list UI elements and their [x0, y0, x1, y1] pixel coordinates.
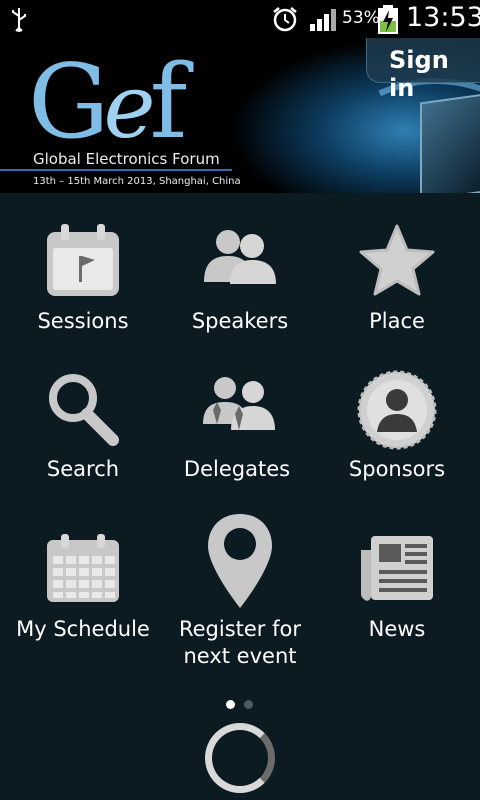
page-indicator [226, 700, 256, 710]
menu-item-label: News [368, 617, 426, 641]
clock: 13:53 [406, 2, 480, 33]
menu-item-sponsors[interactable]: Sponsors [317, 370, 477, 510]
battery-charging-icon [378, 5, 398, 34]
page-dot [244, 700, 253, 709]
menu-item-sessions[interactable]: Sessions [3, 222, 163, 362]
menu-item-delegates[interactable]: Delegates [157, 370, 317, 510]
event-details: 13th – 15th March 2013, Shanghai, China [33, 176, 241, 187]
menu-item-search[interactable]: Search [3, 370, 163, 510]
calendar-grid-icon [47, 534, 119, 602]
alarm-icon [273, 7, 297, 32]
delegates-icon [203, 377, 275, 430]
menu-item-label: Register for next event [178, 617, 301, 668]
loading-spinner [205, 723, 275, 793]
gef-logo: Gef [28, 43, 187, 162]
newspaper-icon [361, 536, 433, 601]
tablet-image [420, 93, 480, 193]
event-banner: Gef Global Electronics Forum 13th – 15th… [0, 38, 480, 193]
page-dot-active [226, 700, 235, 709]
signal-icon [310, 9, 336, 31]
status-bar: 53% 13:53 [0, 0, 480, 38]
menu-item-label: Place [369, 309, 425, 333]
menu-item-news[interactable]: News [317, 530, 477, 670]
menu-item-register[interactable]: Register for next event [160, 512, 320, 672]
calendar-flag-icon [47, 224, 119, 296]
menu-item-label: Delegates [183, 457, 291, 481]
menu-item-label: Sessions [37, 309, 129, 333]
usb-icon [12, 8, 26, 32]
menu-item-place[interactable]: Place [317, 222, 477, 362]
sign-in-label: Sign in [389, 46, 449, 102]
menu-item-my-schedule[interactable]: My Schedule [3, 530, 163, 670]
menu-item-label: Search [46, 457, 120, 481]
menu-item-label: Speakers [191, 309, 289, 333]
forum-title: Global Electronics Forum [33, 150, 220, 168]
people-icon [204, 230, 276, 284]
divider [0, 169, 232, 171]
menu-item-label: Sponsors [348, 457, 446, 481]
map-pin-icon [208, 514, 272, 608]
star-icon [359, 224, 435, 296]
magnifier-icon [49, 374, 119, 446]
sign-in-button[interactable]: Sign in [366, 38, 480, 102]
menu-item-label: My Schedule [16, 617, 150, 641]
menu-item-speakers[interactable]: Speakers [160, 222, 320, 362]
sponsor-badge-icon [357, 370, 437, 450]
battery-percent: 53% [342, 8, 380, 28]
